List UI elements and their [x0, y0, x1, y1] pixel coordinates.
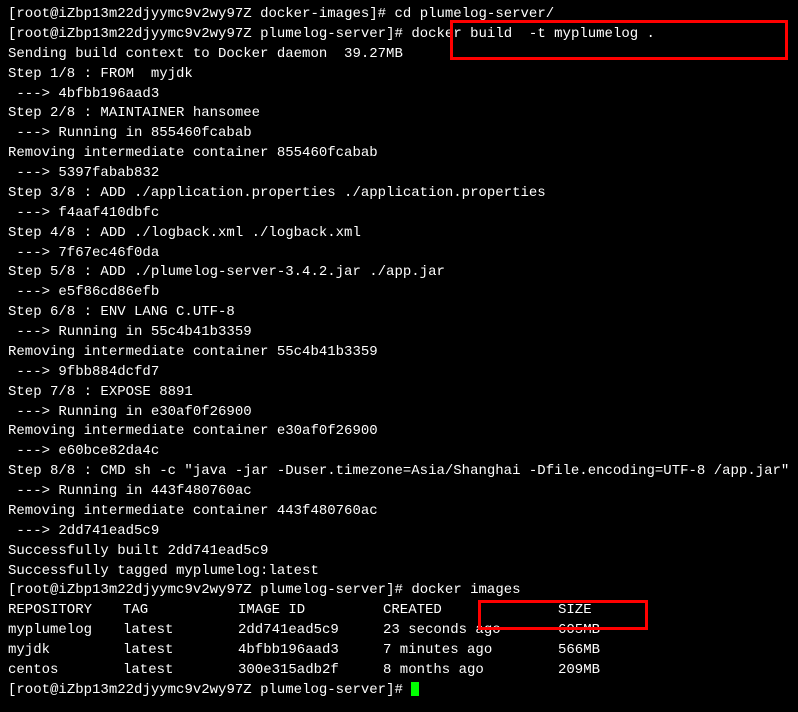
build-step: Step 7/8 : EXPOSE 8891 [8, 383, 790, 403]
build-step: ---> 5397fabab832 [8, 164, 790, 184]
cell-tag: latest [123, 661, 238, 681]
build-step: Successfully built 2dd741ead5c9 [8, 542, 790, 562]
prompt-line-4[interactable]: [root@iZbp13m22djyymc9v2wy97Z plumelog-s… [8, 681, 790, 701]
cell-created: 8 months ago [383, 661, 558, 681]
build-step: Removing intermediate container 443f4807… [8, 502, 790, 522]
cell-repository: centos [8, 661, 123, 681]
build-step: Step 5/8 : ADD ./plumelog-server-3.4.2.j… [8, 263, 790, 283]
cursor-icon [411, 682, 419, 696]
table-row: myjdk latest 4bfbb196aad3 7 minutes ago … [8, 641, 790, 661]
cell-image-id: 300e315adb2f [238, 661, 383, 681]
header-tag: TAG [123, 601, 238, 621]
cell-repository: myplumelog [8, 621, 123, 641]
build-step: Removing intermediate container 55c4b41b… [8, 343, 790, 363]
cell-created: 23 seconds ago [383, 621, 558, 641]
cell-image-id: 2dd741ead5c9 [238, 621, 383, 641]
build-step: Step 4/8 : ADD ./logback.xml ./logback.x… [8, 224, 790, 244]
build-step: ---> Running in 55c4b41b3359 [8, 323, 790, 343]
table-row: centos latest 300e315adb2f 8 months ago … [8, 661, 790, 681]
build-step: ---> 2dd741ead5c9 [8, 522, 790, 542]
cell-tag: latest [123, 621, 238, 641]
build-step: ---> Running in 855460fcabab [8, 124, 790, 144]
build-step: Step 2/8 : MAINTAINER hansomee [8, 104, 790, 124]
build-step: ---> e60bce82da4c [8, 442, 790, 462]
cell-size: 605MB [558, 621, 638, 641]
build-step: Removing intermediate container e30af0f2… [8, 422, 790, 442]
prompt-line-1: [root@iZbp13m22djyymc9v2wy97Z docker-ima… [8, 5, 790, 25]
cell-created: 7 minutes ago [383, 641, 558, 661]
build-step: Step 3/8 : ADD ./application.properties … [8, 184, 790, 204]
header-image-id: IMAGE ID [238, 601, 383, 621]
table-row: myplumelog latest 2dd741ead5c9 23 second… [8, 621, 790, 641]
header-created: CREATED [383, 601, 558, 621]
build-step: Step 8/8 : CMD sh -c "java -jar -Duser.t… [8, 462, 790, 482]
header-size: SIZE [558, 601, 638, 621]
build-step: Step 1/8 : FROM myjdk [8, 65, 790, 85]
build-step: ---> 4bfbb196aad3 [8, 85, 790, 105]
build-step: Successfully tagged myplumelog:latest [8, 562, 790, 582]
header-repository: REPOSITORY [8, 601, 123, 621]
build-step: ---> 7f67ec46f0da [8, 244, 790, 264]
prompt-line-2: [root@iZbp13m22djyymc9v2wy97Z plumelog-s… [8, 25, 790, 45]
cell-size: 209MB [558, 661, 638, 681]
cell-image-id: 4bfbb196aad3 [238, 641, 383, 661]
cell-repository: myjdk [8, 641, 123, 661]
cell-size: 566MB [558, 641, 638, 661]
build-step: Step 6/8 : ENV LANG C.UTF-8 [8, 303, 790, 323]
build-step: ---> 9fbb884dcfd7 [8, 363, 790, 383]
build-step: ---> Running in e30af0f26900 [8, 403, 790, 423]
table-header: REPOSITORY TAG IMAGE ID CREATED SIZE [8, 601, 790, 621]
build-sending: Sending build context to Docker daemon 3… [8, 45, 790, 65]
build-step: ---> f4aaf410dbfc [8, 204, 790, 224]
build-step: Removing intermediate container 855460fc… [8, 144, 790, 164]
prompt-line-3: [root@iZbp13m22djyymc9v2wy97Z plumelog-s… [8, 581, 790, 601]
cell-tag: latest [123, 641, 238, 661]
build-step: ---> Running in 443f480760ac [8, 482, 790, 502]
build-step: ---> e5f86cd86efb [8, 283, 790, 303]
